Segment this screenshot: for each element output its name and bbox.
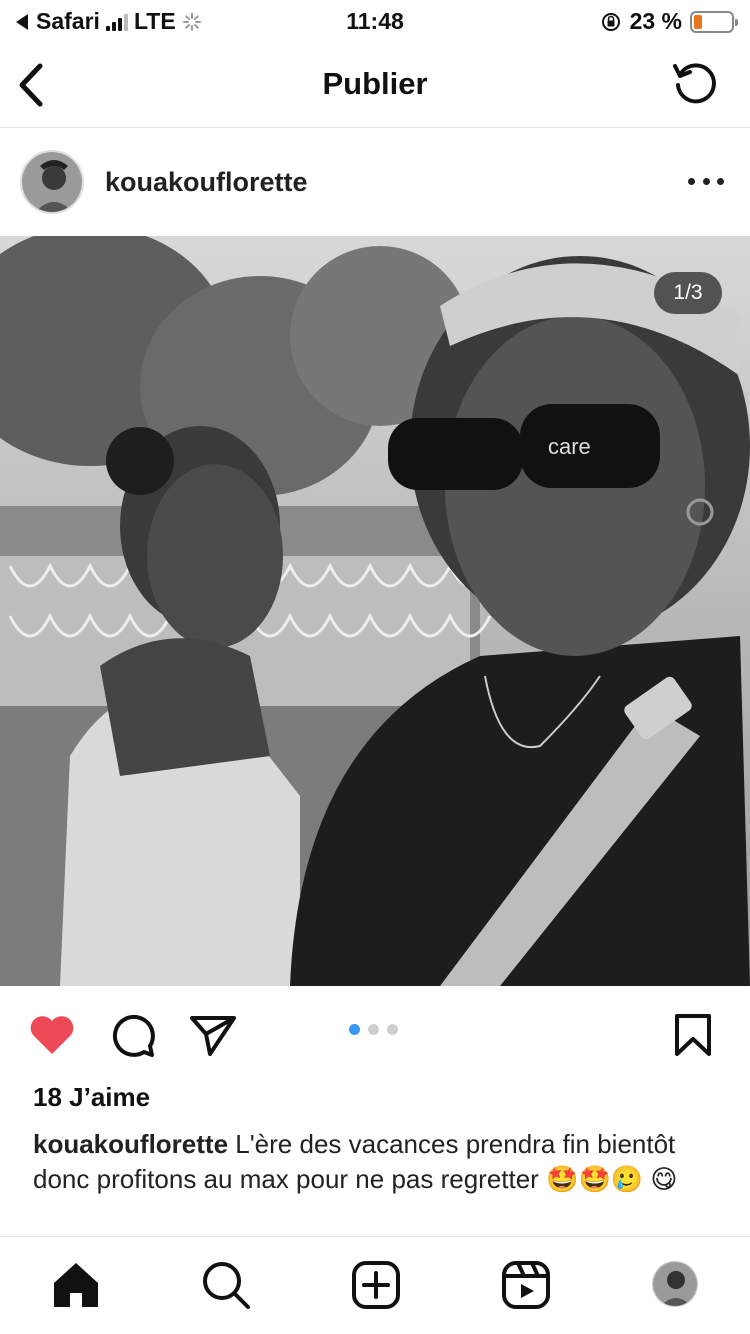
post-caption: kouakouflorette L'ère des vacances prend… [33, 1127, 723, 1197]
reels-icon[interactable] [500, 1259, 552, 1311]
post-photo: care [0, 236, 750, 986]
status-bar: Safari LTE 11:48 23 % [0, 0, 750, 42]
likes-count[interactable]: 18 J’aime [33, 1082, 150, 1113]
glasses-text: care [548, 434, 591, 459]
battery-icon [690, 10, 738, 33]
battery-percent: 23 % [629, 8, 682, 34]
bookmark-icon[interactable] [668, 1010, 718, 1060]
search-icon[interactable] [200, 1259, 252, 1311]
post-username[interactable]: kouakouflorette [105, 167, 308, 198]
orientation-lock-icon [601, 12, 620, 31]
share-icon[interactable] [188, 1010, 238, 1060]
image-counter: 1/3 [654, 272, 722, 314]
refresh-icon[interactable] [670, 58, 720, 108]
post-image[interactable]: care 1/3 [0, 236, 750, 986]
profile-avatar[interactable] [652, 1261, 698, 1307]
heart-icon[interactable] [27, 1010, 77, 1060]
tab-bar [0, 1236, 750, 1334]
caption-username[interactable]: kouakouflorette [33, 1129, 228, 1159]
carousel-dot [387, 1024, 398, 1035]
post-header: kouakouflorette [0, 129, 750, 235]
create-icon[interactable] [350, 1259, 402, 1311]
carousel-dot [349, 1024, 360, 1035]
home-icon[interactable] [50, 1259, 102, 1311]
carousel-indicator [349, 1024, 398, 1035]
more-horizontal-icon[interactable] [688, 169, 724, 193]
nav-header: Publier [0, 42, 750, 128]
avatar[interactable] [20, 150, 84, 214]
comment-icon[interactable] [108, 1010, 158, 1060]
page-title: Publier [322, 66, 428, 101]
carousel-dot [368, 1024, 379, 1035]
post-actions [0, 988, 750, 1078]
